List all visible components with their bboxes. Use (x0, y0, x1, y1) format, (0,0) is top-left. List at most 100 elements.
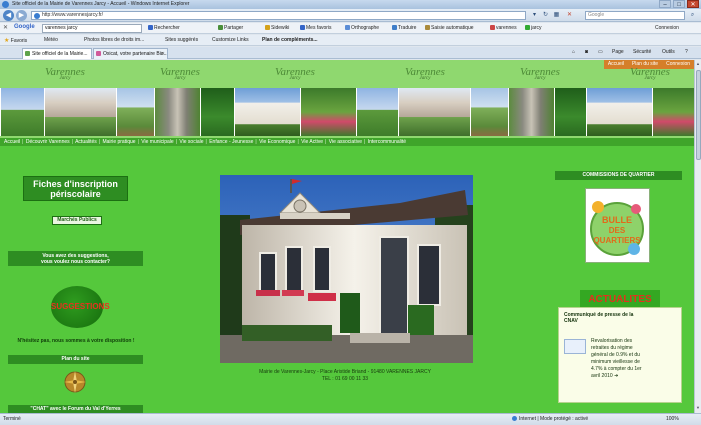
tab-oxicat[interactable]: Oxicat, votre partenaire Bio... ✕ (93, 48, 168, 59)
rechercher-button[interactable]: Rechercher (148, 25, 180, 31)
commissions-header[interactable]: COMMISSIONS DE QUARTIER (555, 171, 682, 180)
refresh-icon[interactable]: ↻ (541, 11, 550, 20)
news-thumbnail (564, 339, 586, 354)
news-headline[interactable]: Communiqué de presse de la CNAV (564, 312, 644, 324)
nav-intercommunalite[interactable]: Intercommunalité (368, 139, 406, 145)
banner-photo (234, 88, 300, 136)
compass-icon[interactable] (63, 370, 87, 394)
google-search-input[interactable]: varennes jarcy (42, 24, 142, 33)
minimize-button[interactable]: – (659, 0, 671, 8)
feeds-icon[interactable]: ◙ (585, 49, 588, 55)
home-icon[interactable]: ⌂ (572, 49, 575, 55)
favorites-button[interactable]: ★ Favoris (4, 37, 27, 44)
nav-vie-economique[interactable]: Vie Economique (259, 139, 295, 145)
suggestions-header: Vous avez des suggestions, vous voulez no… (8, 251, 143, 266)
favorite-item[interactable]: Plan de compléments... (262, 37, 318, 43)
favorite-item[interactable]: Sites suggérés (165, 37, 198, 43)
fiches-inscription-link[interactable]: Fiches d'inscription périscolaire (23, 176, 128, 201)
nav-actualites[interactable]: Actualités (75, 139, 97, 145)
traduire-button[interactable]: Traduire (392, 25, 416, 31)
site-logo[interactable]: Varennes Jarcy (390, 66, 460, 88)
connexion-button[interactable]: Connexion (655, 25, 679, 31)
news-body[interactable]: Revalorisation des retraites du régime g… (591, 338, 645, 380)
site-logo[interactable]: Varennes Jarcy (615, 66, 685, 88)
search-input[interactable]: Google (585, 11, 685, 20)
search-icon[interactable]: ⌕ (688, 11, 697, 20)
news-box: Communiqué de presse de la CNAV Revalori… (558, 307, 682, 403)
sidewiki-button[interactable]: Sidewiki (265, 25, 289, 31)
dropdown-arrow-icon[interactable]: ▾ (530, 11, 539, 20)
marches-publics-button[interactable]: Marchés Publics (52, 216, 102, 225)
tab-mairie[interactable]: Site officiel de la Mairie... (22, 48, 92, 59)
plan-du-site-header: Plan du site (8, 355, 143, 364)
tag-varennes[interactable]: varennes (490, 25, 517, 31)
compatibility-icon[interactable]: ▦ (552, 11, 561, 20)
mairie-phone: TEL : 01 69 00 11 33 (321, 376, 369, 382)
saisie-button[interactable]: Saisie automatique (425, 25, 474, 31)
scroll-down-icon[interactable]: ▼ (695, 405, 701, 412)
nav-mairie-pratique[interactable]: Mairie pratique (102, 139, 135, 145)
nav-vie-sociale[interactable]: Vie sociale (179, 139, 203, 145)
help-icon[interactable]: ? (685, 49, 688, 55)
outils-menu[interactable]: Outils (662, 49, 675, 55)
mairie-photo-container (220, 175, 473, 365)
page-menu[interactable]: Page (612, 49, 624, 55)
tab-label: Site officiel de la Mairie... (32, 51, 88, 57)
suggestions-button[interactable]: SUGGESTIONS (51, 286, 110, 328)
close-tab-icon[interactable]: ✕ (161, 49, 165, 59)
banner-photo (470, 88, 508, 136)
translate-icon (392, 25, 397, 30)
url-input[interactable]: http://www.varennesjarcy.fr/ (31, 11, 526, 20)
site-logo[interactable]: Varennes Jarcy (505, 66, 575, 88)
globe-icon (512, 416, 517, 421)
autofill-icon (425, 25, 430, 30)
nav-vie-municipale[interactable]: Vie municipale (141, 139, 173, 145)
scroll-thumb[interactable] (696, 70, 701, 160)
address-bar: ◀ ▶ http://www.varennesjarcy.fr/ ▾ ↻ ▦ ✕… (0, 9, 701, 22)
zoom-level[interactable]: 100% (666, 414, 679, 425)
favorite-item[interactable]: Météo (44, 37, 58, 43)
mes-favoris-button[interactable]: Mes favoris (300, 25, 332, 31)
nav-accueil[interactable]: Accueil (4, 139, 20, 145)
favorite-item[interactable]: Photos libres de droits im... (84, 37, 144, 43)
close-toolbar-icon[interactable]: ✕ (3, 24, 8, 31)
vertical-scrollbar[interactable]: ▲ ▼ (694, 60, 701, 413)
back-button[interactable]: ◀ (3, 10, 14, 21)
forward-button[interactable]: ▶ (16, 10, 27, 21)
securite-menu[interactable]: Sécurité (633, 49, 651, 55)
nav-enfance[interactable]: Enfance - Jeunesse (209, 139, 253, 145)
svg-text:QUARTIERS: QUARTIERS (593, 236, 641, 245)
site-logo[interactable]: Varennes Jarcy (30, 66, 100, 88)
tag-jarcy[interactable]: jarcy (525, 25, 542, 31)
orthographe-button[interactable]: Orthographe (345, 25, 379, 31)
nav-vie-active[interactable]: Vie Active (301, 139, 323, 145)
nav-vie-associative[interactable]: Vie associative (329, 139, 362, 145)
close-button[interactable]: ✕ (687, 0, 699, 8)
banner-photo (586, 88, 652, 136)
svg-text:BULLE: BULLE (602, 215, 632, 225)
maximize-button[interactable]: □ (673, 0, 685, 8)
nav-decouvrir[interactable]: Découvrir Varennes (26, 139, 70, 145)
banner-photo (200, 88, 234, 136)
contact-note: N'hésitez pas, nous sommes à votre dispo… (17, 338, 135, 344)
share-icon (218, 25, 223, 30)
google-toolbar: ✕ Google varennes jarcy Rechercher Parta… (0, 23, 701, 34)
site-logo[interactable]: Varennes Jarcy (145, 66, 215, 88)
print-icon[interactable]: ▭ (598, 49, 603, 55)
sidewiki-icon (265, 25, 270, 30)
site-favicon (96, 51, 101, 56)
chat-forum-link[interactable]: "CHAT" avec le Forum du Val d'Yerres (8, 405, 143, 413)
star-icon: ★ (4, 38, 10, 44)
site-logo[interactable]: Varennes Jarcy (260, 66, 330, 88)
window-controls: – □ ✕ (659, 0, 699, 8)
tab-label: Oxicat, votre partenaire Bio... (103, 51, 168, 57)
stop-icon[interactable]: ✕ (565, 11, 574, 20)
site-favicon (25, 51, 30, 56)
tab-bar: Site officiel de la Mairie... Oxicat, vo… (0, 47, 701, 59)
star-icon (300, 25, 305, 30)
scroll-up-icon[interactable]: ▲ (695, 61, 701, 68)
favorite-item[interactable]: Customize Links (212, 37, 249, 43)
banner-photo (398, 88, 470, 136)
partager-button[interactable]: Partager (218, 25, 243, 31)
bulle-quartiers-badge[interactable]: BULLE DES QUARTIERS (585, 188, 650, 263)
